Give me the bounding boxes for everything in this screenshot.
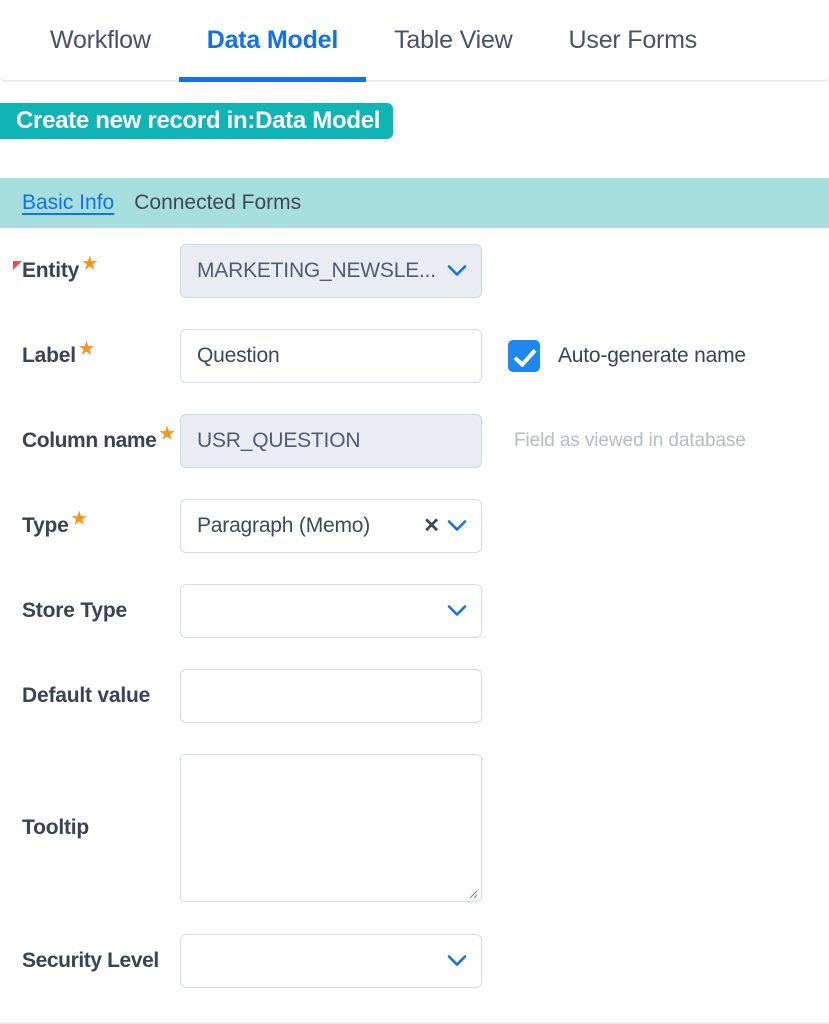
column-name-input-wrap: USR_QUESTION xyxy=(180,413,482,468)
chevron-down-icon[interactable] xyxy=(447,604,467,617)
default-value-label-text: Default value xyxy=(22,683,151,707)
security-level-select[interactable] xyxy=(180,933,482,988)
chevron-down-icon[interactable] xyxy=(447,264,467,277)
form-row-security-level: Security Level xyxy=(0,918,829,1003)
star-icon: ★ xyxy=(78,338,94,358)
tooltip-label-text: Tooltip xyxy=(22,816,90,839)
column-name-helper-text: Field as viewed in database xyxy=(514,429,746,451)
chevron-down-icon[interactable] xyxy=(447,954,467,967)
column-name-label-text: Column name xyxy=(22,428,157,452)
page-title-banner: Create new record in:Data Model xyxy=(0,103,394,139)
store-type-label: Store Type xyxy=(0,599,180,623)
form-row-default-value: Default value xyxy=(0,653,829,738)
entity-label-text: Entity xyxy=(22,258,80,282)
form-row-label: Label ★ Question Auto-generate name xyxy=(0,313,829,398)
sub-tab-bar: Basic Info Connected Forms xyxy=(0,178,829,228)
auto-generate-name-label: Auto-generate name xyxy=(558,343,746,367)
type-label: Type ★ xyxy=(0,510,180,538)
form-row-type: Type ★ Paragraph (Memo) ✕ xyxy=(0,483,829,568)
resize-handle-icon xyxy=(466,886,478,899)
auto-generate-name-checkbox[interactable] xyxy=(508,339,540,372)
default-value-label: Default value xyxy=(0,684,180,708)
tooltip-label: Tooltip xyxy=(0,816,180,840)
basic-info-form: Entity ★ MARKETING_NEWSLE... Label ★ Quest… xyxy=(0,228,829,1003)
tooltip-textarea[interactable] xyxy=(180,754,482,902)
data-model-form-page: Workflow Data Model Table View User Form… xyxy=(0,0,829,1024)
form-row-column-name: Column name ★ USR_QUESTION Field as viewe… xyxy=(0,398,829,483)
label-input-wrap: Question xyxy=(180,328,482,383)
tab-table-view[interactable]: Table View xyxy=(366,0,540,80)
chevron-down-icon[interactable] xyxy=(447,519,467,532)
security-level-label-text: Security Level xyxy=(22,948,159,972)
type-label-text: Type xyxy=(22,513,69,537)
form-row-entity: Entity ★ MARKETING_NEWSLE... xyxy=(0,228,829,313)
auto-generate-name-checkbox-group: Auto-generate name xyxy=(508,339,746,372)
close-icon[interactable]: ✕ xyxy=(423,516,440,536)
security-level-label: Security Level xyxy=(0,949,180,973)
form-row-tooltip: Tooltip xyxy=(0,738,829,918)
label-field-label: Label ★ xyxy=(0,340,180,368)
label-field-label-text: Label xyxy=(22,343,76,367)
type-select-value: Paragraph (Memo) xyxy=(197,513,371,537)
entity-select-wrap: MARKETING_NEWSLE... xyxy=(180,243,482,298)
type-select-wrap: Paragraph (Memo) ✕ xyxy=(180,498,482,553)
tab-data-model[interactable]: Data Model xyxy=(178,0,367,82)
tab-workflow[interactable]: Workflow xyxy=(22,0,179,80)
label-input[interactable]: Question xyxy=(180,328,482,383)
entity-select-value: MARKETING_NEWSLE... xyxy=(197,258,436,282)
star-icon: ★ xyxy=(82,253,98,273)
store-type-select[interactable] xyxy=(180,583,482,638)
entity-label: Entity ★ xyxy=(0,255,180,283)
tab-user-forms[interactable]: User Forms xyxy=(541,0,726,80)
default-value-input[interactable] xyxy=(180,668,482,723)
label-input-value: Question xyxy=(197,343,280,367)
column-name-label: Column name ★ xyxy=(0,425,180,453)
subtab-connected-forms[interactable]: Connected Forms xyxy=(124,191,311,215)
subtab-basic-info[interactable]: Basic Info xyxy=(12,191,124,215)
security-level-select-wrap xyxy=(180,933,482,988)
store-type-select-wrap xyxy=(180,583,482,638)
form-row-store-type: Store Type xyxy=(0,568,829,653)
star-icon: ★ xyxy=(71,508,87,528)
store-type-label-text: Store Type xyxy=(22,598,127,622)
default-value-input-wrap xyxy=(180,668,482,723)
star-icon: ★ xyxy=(159,423,175,443)
column-name-input[interactable]: USR_QUESTION xyxy=(180,413,482,468)
tooltip-textarea-wrap xyxy=(180,754,482,902)
column-name-input-value: USR_QUESTION xyxy=(197,428,361,452)
entity-select[interactable]: MARKETING_NEWSLE... xyxy=(180,243,482,298)
flag-icon xyxy=(13,260,22,270)
main-tab-bar: Workflow Data Model Table View User Form… xyxy=(0,0,829,82)
